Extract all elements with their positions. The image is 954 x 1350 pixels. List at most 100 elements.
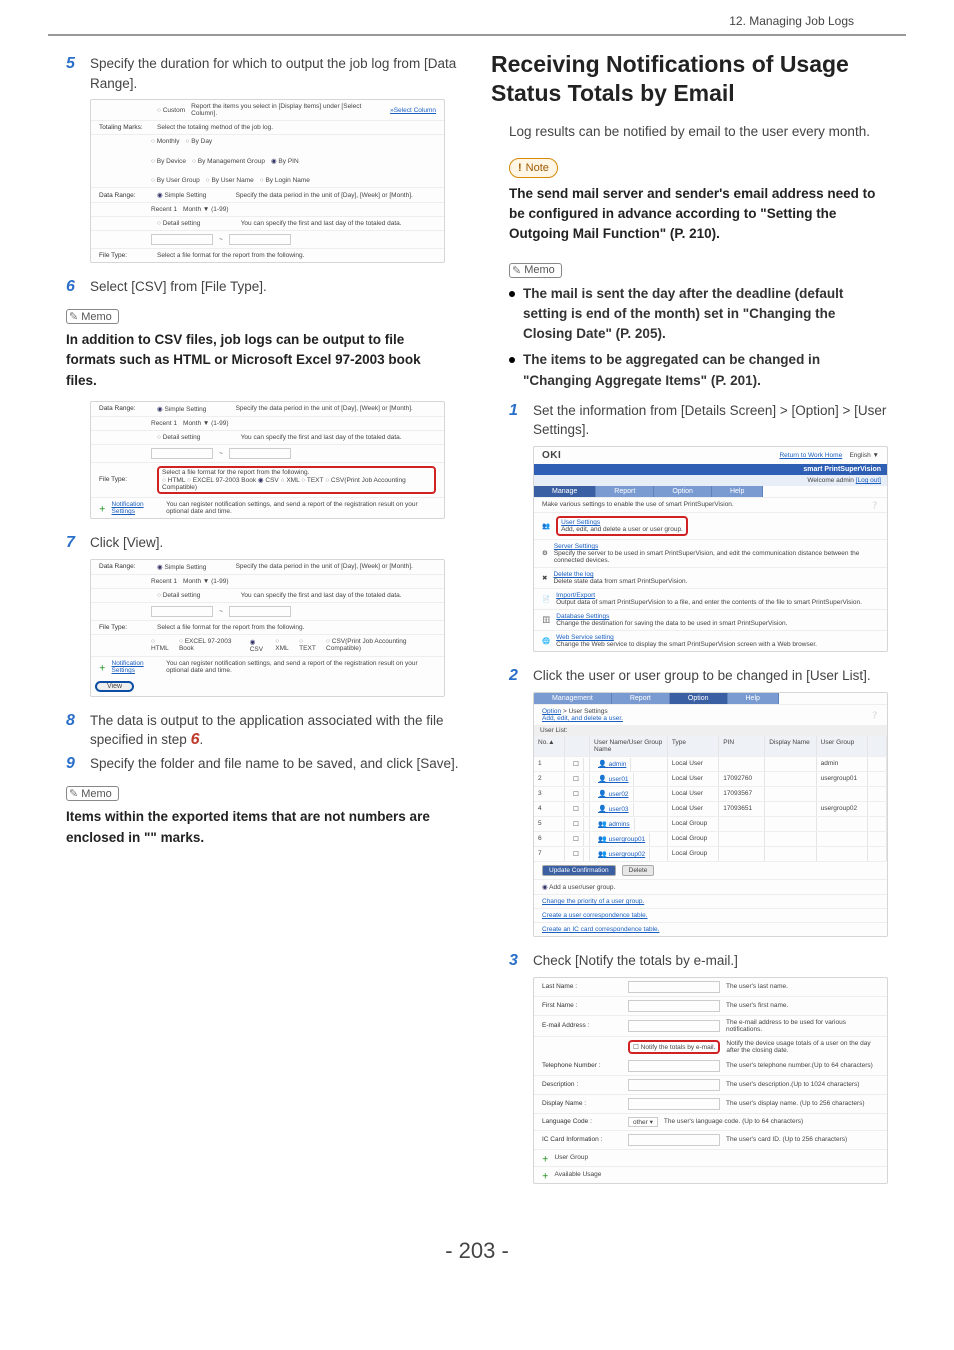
simple-setting-radio[interactable]: Simple Setting xyxy=(157,191,206,199)
pencil-icon: ✎ xyxy=(69,787,78,800)
opt-by-pin[interactable]: By PIN xyxy=(271,157,299,165)
col-pin[interactable]: PIN xyxy=(719,736,765,756)
text-input[interactable] xyxy=(628,1020,720,1032)
month-select[interactable]: Month ▼ (1-99) xyxy=(183,206,228,213)
plus-icon[interactable]: ＋ xyxy=(99,503,106,513)
field-desc: The e-mail address to be used for variou… xyxy=(726,1019,879,1033)
user-settings-link[interactable]: User Settings xyxy=(561,519,600,526)
field-desc: The user's language code. (Up to 64 char… xyxy=(664,1118,879,1125)
text-input[interactable] xyxy=(628,1079,720,1091)
detail-setting-radio[interactable]: Detail setting xyxy=(157,220,200,227)
user-group-section[interactable]: User Group xyxy=(555,1154,589,1161)
change-priority-link[interactable]: Change the priority of a user group. xyxy=(542,898,644,905)
field-label: E-mail Address : xyxy=(542,1022,622,1029)
plus-icon[interactable]: ＋ xyxy=(542,1153,549,1163)
user-name-link[interactable]: user03 xyxy=(594,803,634,816)
user-name-link[interactable]: usergroup01 xyxy=(594,833,650,846)
text-input[interactable] xyxy=(628,1000,720,1012)
simple-setting-desc: Specify the data period in the unit of [… xyxy=(212,192,436,199)
row-checkbox[interactable] xyxy=(569,833,584,846)
work-home-link[interactable]: Return to Work Home xyxy=(779,452,842,459)
row-checkbox[interactable] xyxy=(569,818,584,831)
custom-radio[interactable]: Custom xyxy=(157,107,185,114)
right-column: Receiving Notifications of Usage Status … xyxy=(491,50,906,1198)
server-settings-link[interactable]: Server Settings xyxy=(554,543,598,550)
text-input[interactable] xyxy=(628,1060,720,1072)
add-user-group-radio[interactable]: Add a user/user group. xyxy=(542,883,615,891)
select-column-link[interactable]: »Select Column xyxy=(390,107,436,114)
add-edit-delete-link[interactable]: Add, edit, and delete a user. xyxy=(542,715,623,722)
field-desc: The user's display name. (Up to 256 char… xyxy=(726,1100,879,1107)
tab-help[interactable]: Help xyxy=(712,486,763,497)
opt-by-device[interactable]: By Device xyxy=(151,158,186,165)
available-usage-section[interactable]: Available Usage xyxy=(555,1171,602,1178)
user-name-link[interactable]: user02 xyxy=(594,788,634,801)
opt-by-login-name[interactable]: By Login Name xyxy=(260,177,310,184)
field-label: Display Name : xyxy=(542,1100,622,1107)
row-checkbox[interactable] xyxy=(569,803,584,816)
import-export-link[interactable]: Import/Export xyxy=(556,592,595,599)
tab-management[interactable]: Management xyxy=(534,693,612,704)
user-name-link[interactable]: user01 xyxy=(594,773,634,786)
opt-by-user-name[interactable]: By User Name xyxy=(206,177,254,184)
step-9-number: 9 xyxy=(66,754,80,774)
view-button[interactable]: View xyxy=(95,681,134,692)
col-display-name[interactable]: Display Name xyxy=(765,736,816,756)
tab-option-2[interactable]: Option xyxy=(670,693,728,704)
user-name-link[interactable]: admins xyxy=(594,818,635,831)
delete-log-link[interactable]: Delete the log xyxy=(553,571,593,578)
text-input[interactable] xyxy=(628,1134,720,1146)
tab-manage[interactable]: Manage xyxy=(534,486,596,497)
row-checkbox[interactable] xyxy=(569,758,584,771)
help-icon[interactable]: ❔ xyxy=(871,501,879,509)
update-confirm-button[interactable]: Update Confirmation xyxy=(542,865,616,876)
col-user-group[interactable]: User Group xyxy=(817,736,868,756)
screenshot-data-range-1: Custom Report the items you select in [D… xyxy=(90,99,445,263)
create-user-table-link[interactable]: Create a user correspondence table. xyxy=(542,912,648,919)
select-input[interactable]: other ▾ xyxy=(628,1117,658,1127)
opt-by-user-group[interactable]: By User Group xyxy=(151,177,200,184)
tab-help-2[interactable]: Help xyxy=(728,693,779,704)
database-icon: 🗄 xyxy=(542,616,550,624)
row-checkbox[interactable] xyxy=(569,773,584,786)
step-9-text: Specify the folder and file name to be s… xyxy=(90,754,458,774)
create-ic-card-table-link[interactable]: Create an IC card correspondence table. xyxy=(542,926,659,933)
tab-report[interactable]: Report xyxy=(596,486,654,497)
user-name-link[interactable]: usergroup02 xyxy=(594,848,650,861)
bc-option[interactable]: Option xyxy=(542,708,561,715)
row-checkbox[interactable] xyxy=(569,788,584,801)
field-label: IC Card Information : xyxy=(542,1136,622,1143)
user-name-link[interactable]: admin xyxy=(594,758,631,771)
opt-by-mgmt-group[interactable]: By Management Group xyxy=(192,158,265,165)
bullet-icon xyxy=(509,357,515,363)
text-input[interactable] xyxy=(628,981,720,993)
detail-setting-desc: You can specify the first and last day o… xyxy=(206,220,436,227)
notify-checkbox[interactable] xyxy=(633,1044,641,1051)
notif-settings-link-2[interactable]: Notification Settings xyxy=(112,501,161,515)
text-input[interactable] xyxy=(628,1098,720,1110)
step-r3-number: 3 xyxy=(509,951,523,971)
delete-button[interactable]: Delete xyxy=(622,865,655,876)
step-r1-text: Set the information from [Details Screen… xyxy=(533,401,906,440)
row-checkbox[interactable] xyxy=(569,848,584,861)
detail-2[interactable]: Detail setting xyxy=(157,434,200,441)
web-service-link[interactable]: Web Service setting xyxy=(556,634,614,641)
bullet-icon xyxy=(509,291,515,297)
field-label: Last Name : xyxy=(542,983,622,990)
plus-icon[interactable]: ＋ xyxy=(99,662,106,672)
col-name[interactable]: User Name/User Group Name xyxy=(590,736,668,756)
tab-report-2[interactable]: Report xyxy=(612,693,670,704)
step-5-number: 5 xyxy=(66,54,80,74)
logout-link[interactable]: [Log out] xyxy=(856,477,881,484)
col-no[interactable]: No.▲ xyxy=(534,736,565,756)
opt-monthly[interactable]: Monthly xyxy=(151,138,180,145)
simple-2[interactable]: Simple Setting xyxy=(157,405,206,413)
tab-option[interactable]: Option xyxy=(654,486,712,497)
col-type[interactable]: Type xyxy=(668,736,719,756)
plus-icon[interactable]: ＋ xyxy=(542,1170,549,1180)
database-settings-link[interactable]: Database Settings xyxy=(556,613,609,620)
opt-by-day[interactable]: By Day xyxy=(186,138,213,145)
help-icon[interactable]: ❔ xyxy=(871,711,879,719)
lang-select[interactable]: English ▼ xyxy=(849,452,879,459)
step-5-text: Specify the duration for which to output… xyxy=(90,54,463,93)
